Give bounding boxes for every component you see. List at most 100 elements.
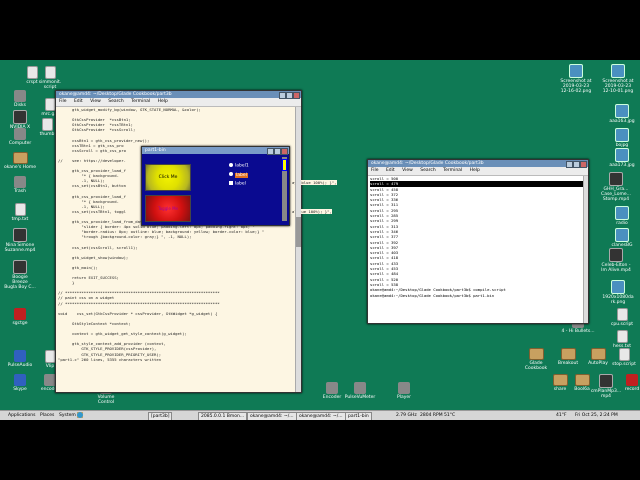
check-label-1: label1 (235, 163, 249, 169)
desktop-icon[interactable]: Screenshot at 2019-03-23 12-16-02.png (556, 64, 596, 94)
folder-icon (528, 348, 544, 360)
term-menu-edit[interactable]: Edit (386, 168, 395, 173)
slider-thumb[interactable] (282, 159, 287, 171)
settings-icon[interactable] (77, 412, 83, 418)
editor-scrollbar-thumb[interactable] (296, 217, 301, 247)
term-menu-view[interactable]: View (402, 168, 413, 173)
desktop-icon[interactable]: radio (602, 206, 640, 226)
desktop-icon[interactable]: okane's Home (0, 152, 40, 170)
maximize-button[interactable] (286, 92, 293, 99)
editor-menubar: File Edit View Search Terminal Help (56, 98, 301, 107)
file-icon (14, 128, 26, 140)
task-bmon[interactable]: 2085.0.0.1 Bmon... (198, 412, 248, 420)
desktop-icon[interactable]: aaa163.jpg (602, 104, 640, 124)
menu-help[interactable]: Help (158, 99, 168, 104)
app-maximize-button[interactable] (274, 148, 281, 155)
clock[interactable]: Fri Oct 25, 2:24 PM (575, 411, 618, 420)
term-close-button[interactable] (580, 161, 587, 168)
app-title: part1-bin (145, 148, 166, 153)
task-part1-bin[interactable]: part1-bin (345, 412, 372, 420)
file-icon (326, 382, 338, 394)
desktop-icon-label: thumb (39, 132, 55, 137)
menu-search[interactable]: Search (108, 99, 123, 104)
term-menu-file[interactable]: File (371, 168, 379, 173)
task-terminal-2[interactable]: okane@amd4: ~/... (296, 412, 346, 420)
desktop-icon-label: Skype (13, 387, 27, 392)
desktop-icon[interactable]: Boogie Breeze Bugla Boy C... (0, 260, 40, 290)
click-me-button[interactable]: Click Me (145, 164, 191, 191)
applications-menu[interactable]: Applications (8, 411, 36, 420)
desktop-icon[interactable]: Computer (0, 128, 40, 146)
editor-scrollbar[interactable] (295, 107, 301, 392)
desktop-icon-label: tmp.txt (11, 217, 29, 222)
app-minimize-button[interactable] (267, 148, 274, 155)
desktop-icon[interactable]: simmonit. script (30, 66, 70, 90)
file-icon (14, 176, 26, 188)
terminal-output[interactable]: scroll = 500 scroll = 479 scroll = 458 scro… (368, 176, 584, 323)
image-file-icon (569, 64, 583, 78)
desktop-icon[interactable]: Player (384, 382, 424, 400)
minimize-button[interactable] (279, 92, 286, 99)
desktop-icon-label: Computer (8, 141, 32, 146)
menu-view[interactable]: View (90, 99, 101, 104)
desktop-icon-label: Disks (13, 103, 26, 108)
app-close-button[interactable] (281, 148, 288, 155)
system-menu[interactable]: System (59, 411, 76, 420)
vertical-slider[interactable] (282, 157, 287, 221)
desktop-icon-label: GHH_Gra... Case_Lome... Stomp.mp4 (601, 187, 631, 202)
editor-window[interactable]: okane@amd4: ~/Desktop/Glade Cookbook/par… (55, 90, 337, 393)
desktop-icon[interactable]: 1920x1080da rk.png (598, 280, 638, 305)
term-minimize-button[interactable] (566, 161, 573, 168)
check-row-3[interactable]: label (229, 181, 246, 187)
terminal-titlebar[interactable]: okane@amd4: ~/Desktop/Glade Cookbook/par… (368, 160, 588, 168)
term-menu-help[interactable]: Help (470, 168, 480, 173)
desktop-icon[interactable]: bojpg (602, 128, 640, 148)
desktop-icon-label: okane's Home (4, 165, 36, 170)
document-icon (616, 330, 628, 343)
document-icon (14, 203, 26, 216)
toggle-button[interactable]: Toggle Me (145, 195, 191, 222)
desktop-icon[interactable]: hess.txt (602, 330, 640, 349)
radio-icon (229, 172, 233, 176)
terminal-window[interactable]: okane@amd4: ~/Desktop/Glade Cookbook/par… (367, 159, 589, 324)
close-button[interactable] (293, 92, 300, 99)
desktop-icon-label: Breakout (557, 361, 579, 366)
desktop-icon[interactable]: stop.script (604, 348, 640, 367)
file-icon (354, 382, 366, 394)
desktop-icon[interactable]: cpu.script (602, 308, 640, 327)
menu-edit[interactable]: Edit (74, 99, 83, 104)
desktop-icon[interactable]: Trash (0, 176, 40, 194)
desktop-icon[interactable]: Nina Simone Suzanne.mp4 (0, 228, 40, 253)
menu-terminal[interactable]: Terminal (131, 99, 150, 104)
desktop-icon[interactable]: sgctge (0, 308, 40, 326)
desktop-icon-label: Trash (14, 189, 26, 194)
desktop-icon-label: radio (616, 221, 628, 226)
editor-titlebar[interactable]: okane@amd4: ~/Desktop/Glade Cookbook/par… (56, 91, 301, 99)
task-part3b[interactable]: [part3b] (148, 412, 173, 420)
desktop-icon[interactable]: GHH_Gra... Case_Lome... Stomp.mp4 (596, 172, 636, 202)
app-window[interactable]: part1-bin Click Me Toggle Me label1 labe… (141, 146, 290, 226)
desktop-icon[interactable]: Screenshot at 2019-03-23 12-10-01.png (598, 64, 638, 94)
desktop-icon[interactable]: tmp.txt (0, 203, 40, 222)
term-menu-terminal[interactable]: Terminal (443, 168, 462, 173)
places-menu[interactable]: Places (40, 411, 54, 420)
image-file-icon (611, 280, 625, 294)
desktop-icon[interactable]: Celeb-Elton - Im Alive.mp4 (596, 248, 636, 273)
term-maximize-button[interactable] (573, 161, 580, 168)
app-titlebar[interactable]: part1-bin (142, 147, 289, 155)
terminal-scrollbar[interactable] (583, 176, 588, 323)
task-terminal-1[interactable]: okane@amd4: ~/... (247, 412, 297, 420)
desktop-icon[interactable]: PulseVuMeter (340, 382, 380, 400)
term-menu-search[interactable]: Search (420, 168, 435, 173)
desktop-icon[interactable]: clanesBG (602, 228, 640, 248)
desktop-icon[interactable]: aaa173.jpg (602, 148, 640, 168)
check-row-1[interactable]: label1 (229, 163, 249, 169)
image-file-icon (611, 64, 625, 78)
desktop-icon-label: aaa173.jpg (609, 163, 635, 168)
desktop-icon-label: 1920x1080da rk.png (602, 295, 634, 305)
desktop-icon-label: Vlip (45, 364, 55, 369)
desktop-icon-label: Screenshot at 2019-03-23 12-16-02.png (560, 79, 592, 94)
check-row-2[interactable]: label (229, 172, 248, 178)
menu-file[interactable]: File (59, 99, 67, 104)
desktop-icon[interactable]: record (612, 374, 640, 392)
